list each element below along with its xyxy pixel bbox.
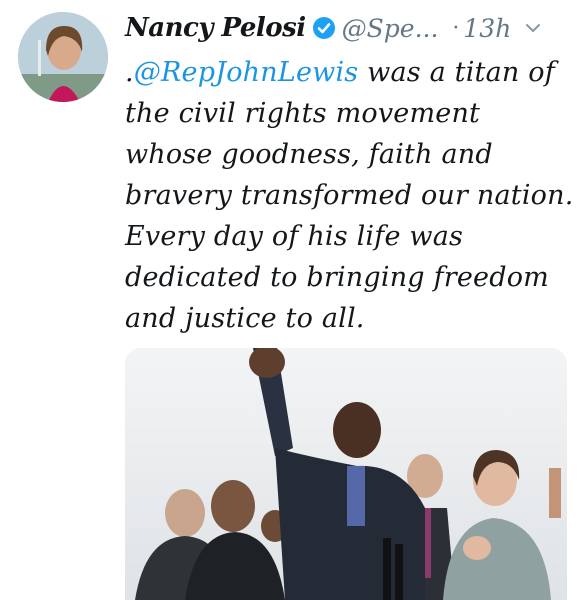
- author-handle[interactable]: @Spe...: [342, 14, 439, 43]
- tweet-header: Nancy Pelosi @Spe... · 13h: [125, 6, 577, 50]
- author-name[interactable]: Nancy Pelosi: [125, 13, 306, 43]
- tweet-timestamp[interactable]: 13h: [463, 14, 511, 43]
- tweet-text: .@RepJohnLewis was a titan of the civil …: [125, 52, 575, 339]
- tweet-photo[interactable]: [125, 348, 567, 600]
- chevron-down-icon[interactable]: [523, 18, 543, 38]
- verified-badge-icon: [312, 16, 336, 40]
- avatar[interactable]: [18, 12, 108, 102]
- mention-link[interactable]: @RepJohnLewis: [134, 57, 359, 88]
- tweet-lead: .: [125, 57, 134, 88]
- separator-dot: ·: [452, 15, 460, 41]
- tweet-card[interactable]: Nancy Pelosi @Spe... · 13h .@RepJohnLewi…: [0, 0, 587, 600]
- tweet-body: was a titan of the civil rights movement…: [125, 57, 574, 334]
